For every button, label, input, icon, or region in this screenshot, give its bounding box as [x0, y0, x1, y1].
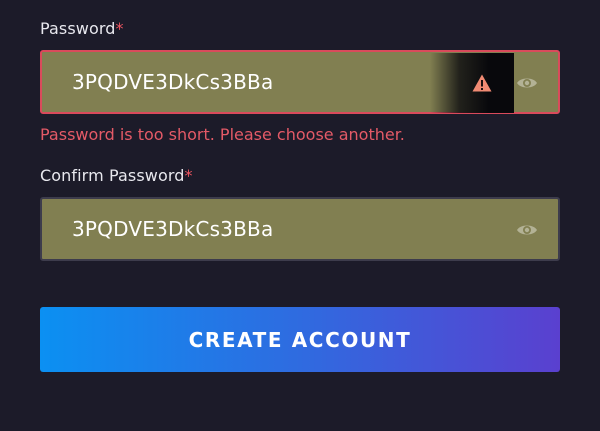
required-asterisk: *	[184, 166, 193, 185]
create-account-button[interactable]: CREATE ACCOUNT	[40, 307, 560, 372]
confirm-password-label-text: Confirm Password	[40, 166, 185, 185]
required-asterisk: *	[115, 19, 124, 38]
eye-icon[interactable]	[516, 74, 538, 92]
confirm-password-field	[40, 197, 560, 261]
confirm-password-input[interactable]	[72, 199, 432, 259]
confirm-password-label: Confirm Password*	[40, 166, 193, 185]
password-label: Password*	[40, 19, 124, 38]
password-input[interactable]	[72, 52, 432, 112]
password-error-message: Password is too short. Please choose ano…	[40, 125, 405, 144]
eye-icon[interactable]	[516, 221, 538, 239]
warning-triangle-icon	[472, 74, 492, 92]
password-field	[40, 50, 560, 114]
password-label-text: Password	[40, 19, 116, 38]
